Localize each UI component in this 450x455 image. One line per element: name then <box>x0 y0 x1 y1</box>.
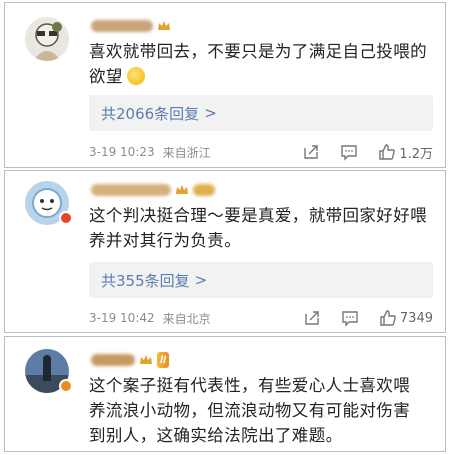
like-button[interactable]: 1.2万 <box>378 143 433 162</box>
like-count: 1.2万 <box>399 146 433 162</box>
verified-badge-icon <box>59 379 73 393</box>
share-button[interactable] <box>302 143 320 161</box>
comment-meta: 3-19 10:23 来自浙江 1.2万 <box>89 142 433 162</box>
view-replies-button[interactable]: 共355条回复 > <box>89 262 433 298</box>
username[interactable] <box>91 181 215 199</box>
crown-icon <box>158 21 170 30</box>
username-redacted <box>91 20 153 32</box>
comment-icon <box>342 311 358 327</box>
comment-button[interactable] <box>340 143 358 161</box>
share-icon <box>305 311 319 325</box>
badge-icon <box>59 211 73 225</box>
comment-button[interactable] <box>341 309 359 327</box>
username[interactable]: II <box>91 351 170 369</box>
username-redacted <box>91 184 171 196</box>
like-count: 7349 <box>399 310 433 326</box>
thumbs-up-icon <box>380 310 396 326</box>
view-replies-button[interactable]: 共2066条回复 > <box>89 95 433 131</box>
timestamp: 3-19 10:42 <box>89 311 155 325</box>
chevron-right-icon: > <box>194 271 208 289</box>
avatar[interactable] <box>25 17 69 61</box>
comment-icon <box>341 145 358 161</box>
vip-badge-redacted <box>193 184 215 196</box>
comment-text: 喜欢就带回去，不要只是为了满足自己投喂的 欲望 <box>89 39 427 89</box>
comment-card: 这个判决挺合理～要是真爱，就带回家好好喂 养并对其行为负责。 共355条回复 > … <box>4 170 446 333</box>
share-icon <box>304 145 319 159</box>
location: 来自浙江 <box>162 145 211 160</box>
crown-icon <box>176 185 188 194</box>
comment-meta: 3-19 10:42 来自北京 7349 <box>89 308 433 328</box>
comment-line: 喜欢就带回去，不要只是为了满足自己投喂的 <box>89 42 427 61</box>
comment-text: 这个判决挺合理～要是真爱，就带回家好好喂 养并对其行为负责。 <box>89 203 427 253</box>
replies-count-label: 共2066条回复 <box>101 104 200 123</box>
watermark-logo: 西秦会馆 <box>341 423 434 449</box>
laughing-emoji-icon <box>126 67 145 85</box>
comment-line: 欲望 <box>89 67 123 86</box>
chevron-right-icon: > <box>204 104 217 122</box>
comment-line: 养并对其行为负责。 <box>89 231 242 250</box>
username-redacted <box>91 354 135 366</box>
crown-icon <box>140 355 152 364</box>
share-button[interactable] <box>303 309 321 327</box>
vip-level-badge: II <box>157 352 170 368</box>
location: 来自北京 <box>162 311 211 326</box>
comment-card: 喜欢就带回去，不要只是为了满足自己投喂的 欲望 共2066条回复 > 3-19 1… <box>4 2 446 168</box>
thumbs-up-icon <box>379 144 396 160</box>
timestamp: 3-19 10:23 <box>89 145 155 159</box>
comment-line: 这个判决挺合理～要是真爱，就带回家好好喂 <box>89 206 427 225</box>
replies-count-label: 共355条回复 <box>101 271 190 290</box>
comment-line: 这个案子挺有代表性，有些爱心人士喜欢喂 <box>89 376 411 395</box>
like-button[interactable]: 7349 <box>379 309 433 327</box>
username[interactable] <box>91 17 171 35</box>
